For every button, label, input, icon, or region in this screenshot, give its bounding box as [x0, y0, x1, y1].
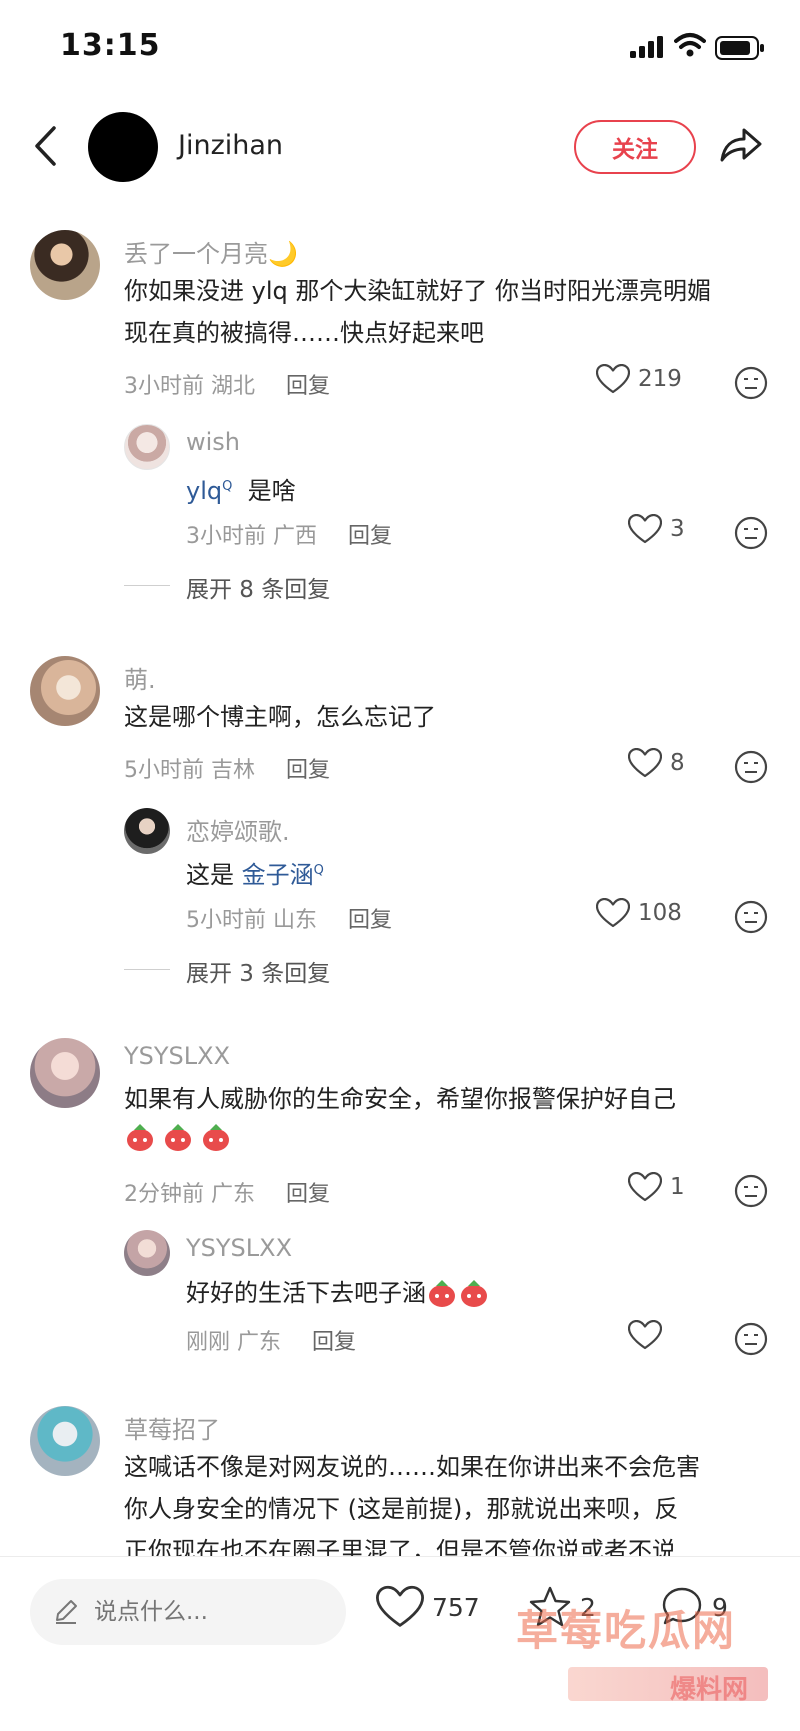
back-icon[interactable]: [32, 124, 58, 168]
dislike-icon[interactable]: [734, 750, 768, 784]
heart-icon: [628, 1172, 662, 1202]
reply-meta: 刚刚 广东 回复: [186, 1330, 357, 1355]
avatar[interactable]: [124, 1230, 170, 1276]
wifi-icon: [674, 33, 706, 57]
comment-meta: 5小时前 吉林 回复: [124, 758, 331, 783]
comment-item: 草莓招了 这喊话不像是对网友说的……如果在你讲出来不会危害 你人身安全的情况下 …: [0, 1406, 800, 1556]
heart-icon: [596, 364, 630, 394]
dislike-icon[interactable]: [734, 366, 768, 400]
reply-username[interactable]: wish: [186, 428, 240, 456]
emoji-icon: [429, 1280, 455, 1307]
dislike-icon[interactable]: [734, 1322, 768, 1356]
reply-meta: 3小时前 广西 回复: [186, 524, 393, 549]
watermark: 草莓吃瓜网: [516, 1606, 737, 1655]
expand-replies-button[interactable]: 展开 8 条回复: [124, 570, 330, 604]
like-count: 3: [670, 516, 685, 542]
reply-button[interactable]: 回复: [286, 374, 330, 399]
heart-icon: [628, 1320, 662, 1350]
comment-username[interactable]: 萌.: [124, 660, 156, 695]
emoji-icon: [127, 1124, 153, 1151]
comment-text: 如果有人威胁你的生命安全，希望你报警保护好自己: [124, 1078, 676, 1152]
like-count: 1: [670, 1174, 685, 1200]
comment-location: 湖北: [211, 374, 256, 399]
share-icon[interactable]: [718, 124, 764, 166]
reply-button[interactable]: 回复: [312, 1330, 356, 1355]
avatar[interactable]: [124, 808, 170, 854]
profile-header: Jinzihan 关注: [0, 100, 800, 200]
reply-text: 这是 金子涵Q: [186, 861, 324, 889]
expand-replies-button[interactable]: 展开 3 条回复: [124, 954, 330, 988]
like-count: 757: [432, 1592, 480, 1622]
status-time: 13:15: [60, 28, 161, 63]
emoji-icon: [461, 1280, 487, 1307]
avatar[interactable]: [30, 1406, 100, 1476]
dislike-icon[interactable]: [734, 900, 768, 934]
emoji-icon: [203, 1124, 229, 1151]
avatar[interactable]: [30, 230, 100, 300]
comment-username[interactable]: YSYSLXX: [124, 1042, 230, 1070]
page-title[interactable]: Jinzihan: [178, 130, 283, 161]
comment-item: 丢了一个月亮🌙 你如果没进 ylq 那个大染缸就好了 你当时阳光漂亮明媚 现在真…: [0, 230, 800, 620]
avatar[interactable]: [88, 112, 158, 182]
comment-item: YSYSLXX 如果有人威胁你的生命安全，希望你报警保护好自己 2分钟前 广东 …: [0, 1038, 800, 1358]
emoji-row: [124, 1122, 676, 1152]
follow-button[interactable]: 关注: [574, 120, 696, 174]
avatar[interactable]: [30, 1038, 100, 1108]
reply-text: 好好的生活下去吧子涵: [186, 1272, 490, 1314]
avatar[interactable]: [30, 656, 100, 726]
avatar[interactable]: [124, 424, 170, 470]
reply-button[interactable]: 回复: [286, 758, 330, 783]
reply-button[interactable]: 回复: [286, 1182, 330, 1207]
reply-text: ylqQ 是啥: [186, 477, 296, 505]
heart-icon: [628, 748, 662, 778]
like-button[interactable]: 8: [628, 748, 685, 778]
comment-time: 3小时前: [124, 374, 204, 399]
like-count: 219: [638, 366, 682, 392]
like-button[interactable]: 108: [596, 898, 682, 928]
reply-button[interactable]: 回复: [348, 524, 392, 549]
like-button[interactable]: 1: [628, 1172, 685, 1202]
comment-username[interactable]: 丢了一个月亮🌙: [124, 234, 298, 269]
like-button[interactable]: 3: [628, 514, 685, 544]
heart-icon: [376, 1585, 424, 1627]
pencil-icon: [56, 1600, 77, 1624]
comment-text: 你如果没进 ylq 那个大染缸就好了 你当时阳光漂亮明媚 现在真的被搞得……快点…: [124, 277, 711, 347]
status-bar: 13:15: [0, 0, 800, 96]
like-button[interactable]: 219: [596, 364, 682, 394]
comment-input-box[interactable]: [30, 1579, 346, 1645]
heart-icon: [628, 514, 662, 544]
heart-icon: [596, 898, 630, 928]
comment-meta: 2分钟前 广东 回复: [124, 1182, 331, 1207]
bottom-bar: 757 2 9 草莓吃瓜网 爆料网: [0, 1556, 800, 1731]
signal-icon: [630, 36, 663, 58]
comment-meta: 3小时前 湖北 回复: [124, 368, 330, 400]
dislike-icon[interactable]: [734, 516, 768, 550]
mention-link[interactable]: ylqQ: [186, 477, 232, 505]
emoji-icon: [165, 1124, 191, 1151]
reply-button[interactable]: 回复: [348, 908, 392, 933]
like-count: 108: [638, 900, 682, 926]
comment-username[interactable]: 草莓招了: [124, 1410, 220, 1445]
comment-text: 这喊话不像是对网友说的……如果在你讲出来不会危害 你人身安全的情况下 (这是前提…: [124, 1453, 700, 1556]
dislike-icon[interactable]: [734, 1174, 768, 1208]
comment-text: 这是哪个博主啊，怎么忘记了: [124, 703, 436, 731]
comment-input[interactable]: [94, 1599, 314, 1625]
reply-username[interactable]: YSYSLXX: [186, 1234, 292, 1262]
like-count: 8: [670, 750, 685, 776]
comment-item: 萌. 这是哪个博主啊，怎么忘记了 5小时前 吉林 回复 8 恋婷颂歌. 这是 金…: [0, 656, 800, 988]
reply-meta: 5小时前 山东 回复: [186, 908, 393, 933]
like-button[interactable]: [628, 1320, 670, 1350]
mention-link[interactable]: 金子涵Q: [242, 861, 324, 889]
reply-username[interactable]: 恋婷颂歌.: [186, 812, 290, 847]
battery-icon: [715, 36, 764, 60]
like-button[interactable]: 757: [376, 1585, 480, 1629]
watermark-secondary: 爆料网: [670, 1675, 749, 1705]
